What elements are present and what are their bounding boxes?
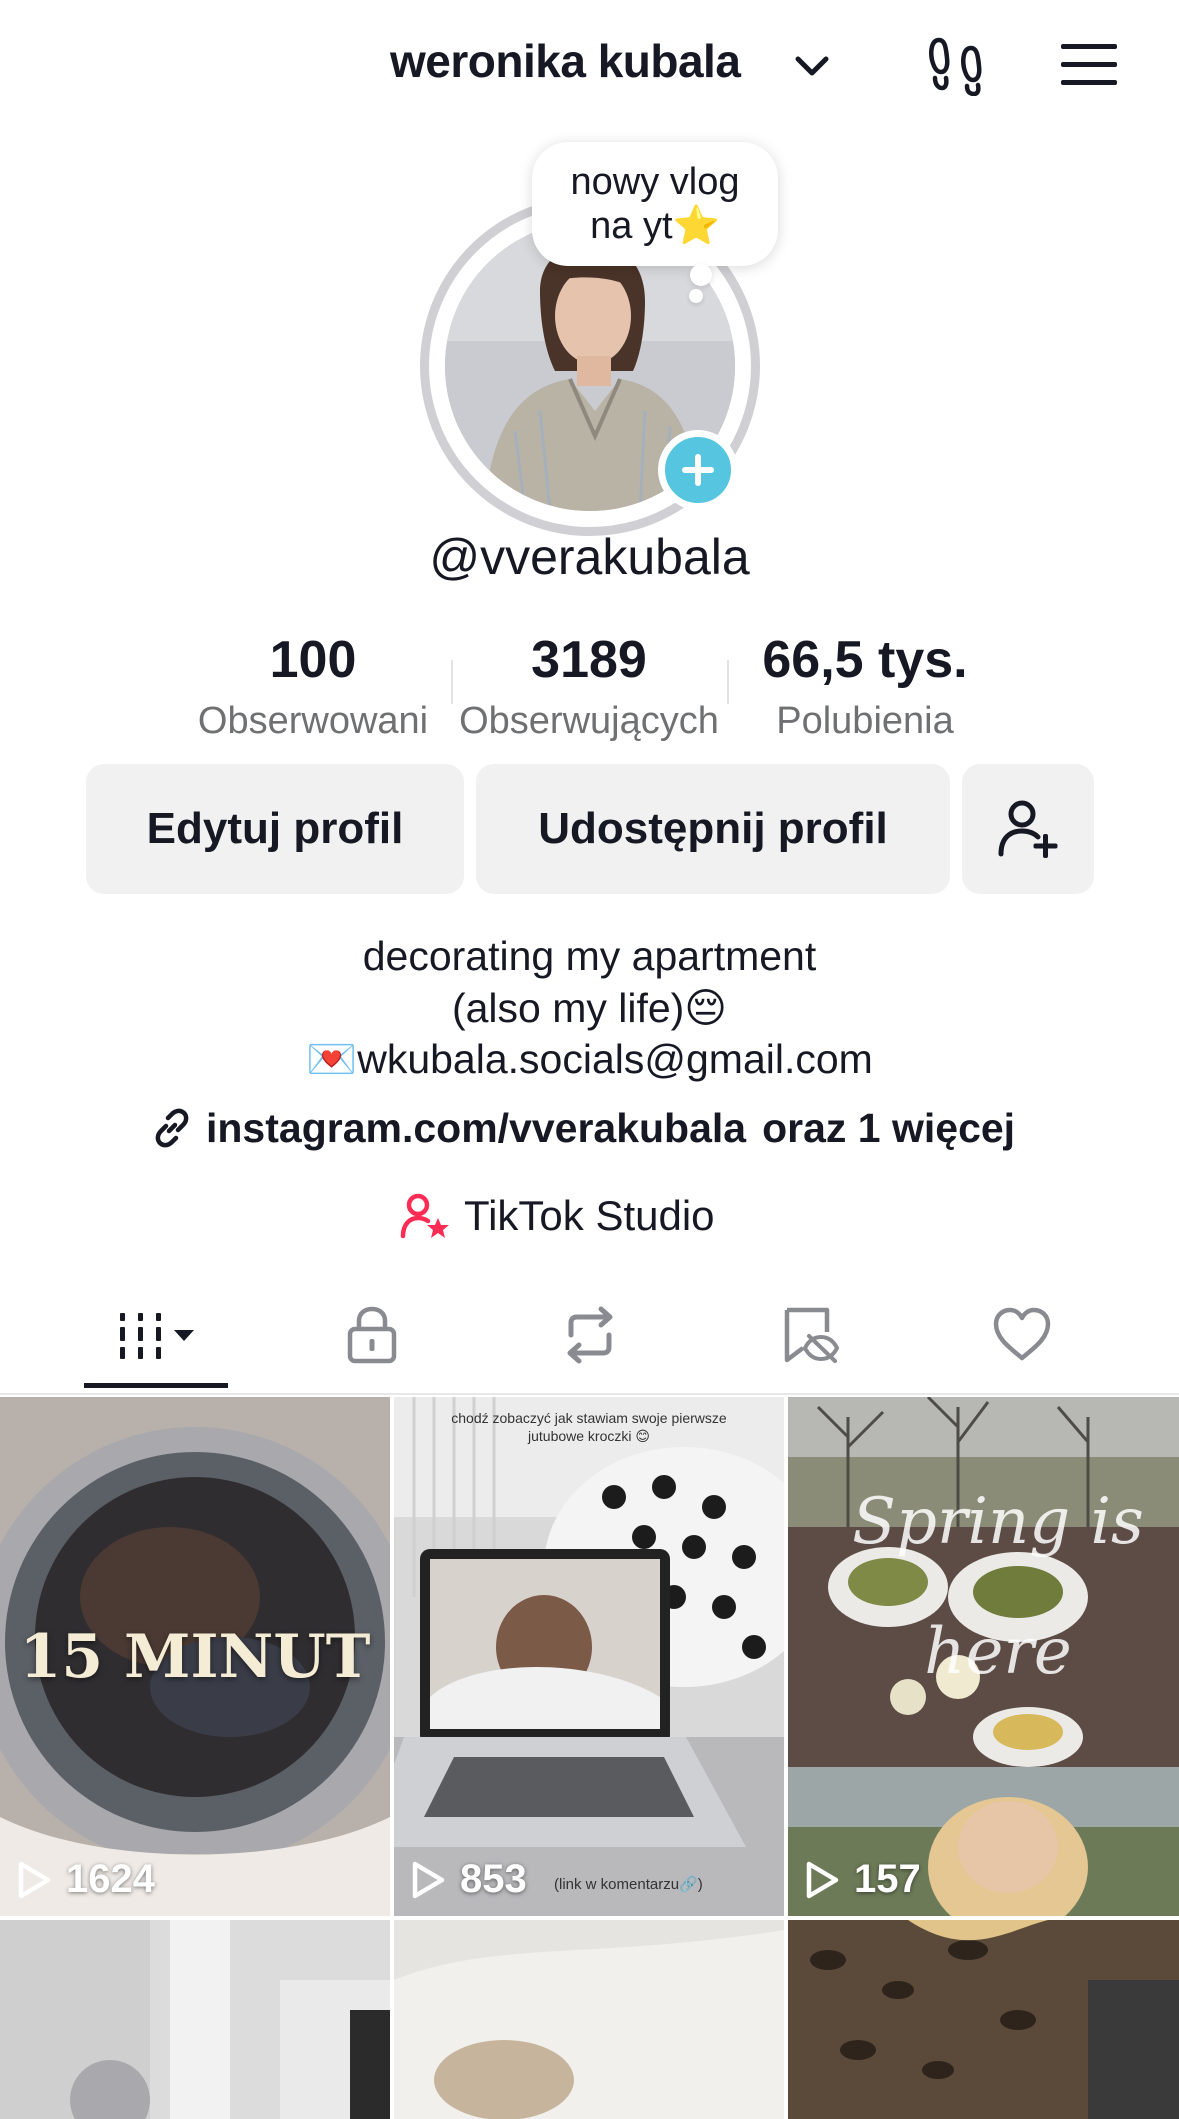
video-tile[interactable] xyxy=(0,1920,390,2119)
tab-videos[interactable] xyxy=(66,1298,246,1372)
edit-profile-button[interactable]: Edytuj profil xyxy=(86,764,464,894)
link-icon xyxy=(155,1108,189,1148)
stat-followers-value: 3189 xyxy=(531,631,647,689)
lock-icon xyxy=(347,1306,397,1364)
tab-liked[interactable] xyxy=(932,1298,1112,1372)
account-switcher-username[interactable]: weronika kubala xyxy=(390,34,741,88)
tab-favorites[interactable] xyxy=(720,1298,900,1372)
video-overlay-text: Spring is here xyxy=(852,1485,1144,1689)
active-tab-indicator xyxy=(84,1383,228,1388)
stat-following-label: Obserwowani xyxy=(197,700,429,742)
note-line-2: na yt⭐ xyxy=(590,205,720,247)
bio-line-1: decorating my apartment xyxy=(362,933,817,979)
video-tile[interactable]: 15 MINUT 1624 xyxy=(0,1397,390,1916)
play-icon xyxy=(806,1861,839,1898)
menu-icon[interactable] xyxy=(1054,30,1124,100)
share-profile-button[interactable]: Udostępnij profil xyxy=(476,764,950,894)
chevron-down-icon[interactable] xyxy=(792,46,832,86)
add-user-icon xyxy=(998,800,1058,858)
view-count: 853 xyxy=(410,1857,527,1902)
profile-header: weronika kubala xyxy=(0,0,1179,130)
tiktok-studio-label: TikTok Studio xyxy=(464,1192,715,1239)
video-tile[interactable]: Spring is here 157 xyxy=(788,1397,1179,1916)
video-thumbnail xyxy=(394,1920,784,2119)
stat-likes-value: 66,5 tys. xyxy=(762,631,968,689)
view-count: 1624 xyxy=(16,1857,155,1902)
stat-following-value: 100 xyxy=(269,631,357,689)
stat-following[interactable]: 100 Obserwowani xyxy=(190,630,436,744)
video-tile[interactable] xyxy=(788,1920,1179,2119)
video-caption-bottom: (link w komentarzu🔗) xyxy=(554,1876,703,1893)
bio-line-3[interactable]: 💌wkubala.socials@gmail.com xyxy=(0,1033,1179,1085)
stat-likes-label: Polubienia xyxy=(776,700,954,742)
bio-link-more[interactable]: oraz 1 więcej xyxy=(762,1105,1015,1152)
stat-followers-label: Obserwujących xyxy=(459,700,719,742)
tabs-divider xyxy=(0,1393,1179,1395)
view-count-value: 157 xyxy=(854,1857,921,1901)
video-overlay-text: 15 MINUT xyxy=(19,1622,371,1692)
note-bubble-tail xyxy=(690,264,712,286)
bio-link[interactable]: instagram.com/vverakubala oraz 1 więcej xyxy=(150,1098,1015,1158)
video-grid-icon xyxy=(120,1313,194,1359)
view-count-value: 1624 xyxy=(66,1857,155,1901)
profile-handle: @vverakubala xyxy=(429,529,750,585)
bio-link-url[interactable]: instagram.com/vverakubala xyxy=(206,1105,746,1152)
video-tile[interactable]: chodź zobaczyć jak stawiam swoje pierwsz… xyxy=(394,1397,784,1916)
studio-star-user-icon xyxy=(400,1193,449,1239)
play-icon xyxy=(412,1861,445,1898)
view-count-value: 853 xyxy=(460,1857,527,1901)
video-thumbnail xyxy=(788,1920,1179,2119)
tab-reposts[interactable] xyxy=(500,1298,680,1372)
stat-divider xyxy=(727,660,729,704)
video-thumbnail xyxy=(394,1397,784,1916)
video-tile[interactable] xyxy=(394,1920,784,2119)
stat-followers[interactable]: 3189 Obserwujących xyxy=(450,630,728,744)
video-thumbnail xyxy=(0,1920,390,2119)
bio-line-2: (also my life)😔 xyxy=(451,985,728,1031)
add-story-button[interactable] xyxy=(658,430,738,510)
view-count: 157 xyxy=(804,1857,921,1902)
tab-private[interactable] xyxy=(282,1298,462,1372)
bookmark-hidden-icon xyxy=(784,1307,840,1363)
footprints-icon[interactable] xyxy=(922,30,992,100)
video-caption-top: chodź zobaczyć jak stawiam swoje pierwsz… xyxy=(451,1410,727,1444)
add-friends-button[interactable] xyxy=(962,764,1094,894)
heart-icon xyxy=(993,1307,1051,1361)
note-line-1: nowy vlog xyxy=(570,161,740,203)
note-bubble-tail-small xyxy=(689,289,703,303)
repost-icon xyxy=(567,1306,613,1364)
tiktok-studio-entry[interactable]: TikTok Studio xyxy=(400,1186,715,1246)
plus-icon xyxy=(682,454,714,486)
stat-likes[interactable]: 66,5 tys. Polubienia xyxy=(740,630,990,744)
note-bubble[interactable]: nowy vlog na yt⭐ xyxy=(532,142,778,266)
play-icon xyxy=(18,1861,51,1898)
